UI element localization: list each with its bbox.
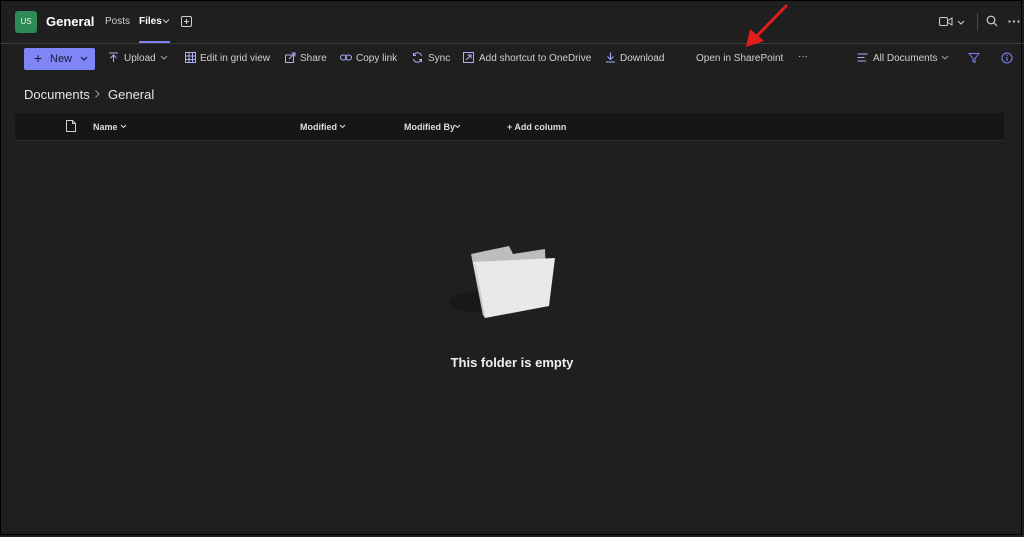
command-bar: + New Upload Edit in grid view Share Cop… (0, 46, 1024, 74)
shortcut-icon (463, 52, 474, 63)
tab-files[interactable]: Files (139, 16, 162, 27)
annotation-arrow-icon (746, 4, 788, 47)
share-icon (285, 52, 296, 63)
empty-folder-message: This folder is empty (450, 355, 574, 370)
new-button[interactable]: + New (24, 48, 95, 70)
more-options-icon[interactable] (1008, 20, 1020, 23)
chevron-down-icon[interactable] (454, 123, 461, 130)
view-options-icon (857, 53, 868, 62)
new-button-label: New (50, 53, 73, 65)
grid-view-icon (185, 52, 196, 63)
breadcrumb-documents[interactable]: Documents (24, 87, 90, 102)
upload-button[interactable]: Upload (124, 53, 156, 64)
column-name[interactable]: Name (93, 122, 118, 132)
sync-button[interactable]: Sync (428, 53, 450, 64)
copy-link-button[interactable]: Copy link (356, 53, 397, 64)
team-avatar[interactable]: US (15, 11, 37, 33)
breadcrumb-general: General (108, 87, 155, 102)
video-call-icon[interactable] (939, 16, 953, 27)
chevron-down-icon[interactable] (120, 123, 127, 130)
chevron-right-icon (95, 90, 100, 98)
filter-icon[interactable] (968, 52, 980, 64)
chevron-down-icon[interactable] (339, 123, 346, 130)
download-button[interactable]: Download (620, 53, 664, 64)
chevron-down-icon[interactable] (941, 54, 949, 61)
link-icon (340, 54, 352, 61)
search-icon[interactable] (986, 15, 998, 27)
upload-icon (109, 52, 118, 62)
sync-icon (413, 52, 422, 63)
tab-posts[interactable]: Posts (105, 16, 130, 27)
add-shortcut-button[interactable]: Add shortcut to OneDrive (479, 53, 591, 64)
plus-icon: + (34, 50, 43, 66)
edit-grid-view-button[interactable]: Edit in grid view (200, 53, 270, 64)
channel-header: US General Posts Files (0, 0, 1024, 44)
column-modified-by[interactable]: Modified By (404, 122, 455, 132)
file-list-header: Name Modified Modified By + Add column (15, 113, 1004, 141)
add-column-button[interactable]: + Add column (507, 122, 566, 132)
share-button[interactable]: Share (300, 53, 327, 64)
open-in-sharepoint-button[interactable]: Open in SharePoint (696, 53, 783, 64)
header-divider (977, 13, 978, 31)
view-selector[interactable]: All Documents (873, 53, 937, 64)
more-commands-button[interactable]: ··· (798, 51, 808, 62)
add-tab-icon[interactable] (181, 16, 192, 27)
chevron-down-icon (80, 56, 88, 61)
column-modified[interactable]: Modified (300, 122, 337, 132)
chevron-down-icon[interactable] (160, 54, 168, 61)
info-icon[interactable] (1001, 52, 1013, 64)
download-icon (606, 52, 615, 63)
chevron-down-icon[interactable] (162, 17, 170, 25)
chevron-down-icon[interactable] (957, 19, 965, 26)
active-tab-indicator (139, 41, 170, 43)
empty-folder-icon (449, 246, 555, 319)
file-type-icon (66, 120, 76, 132)
channel-name: General (46, 14, 95, 29)
